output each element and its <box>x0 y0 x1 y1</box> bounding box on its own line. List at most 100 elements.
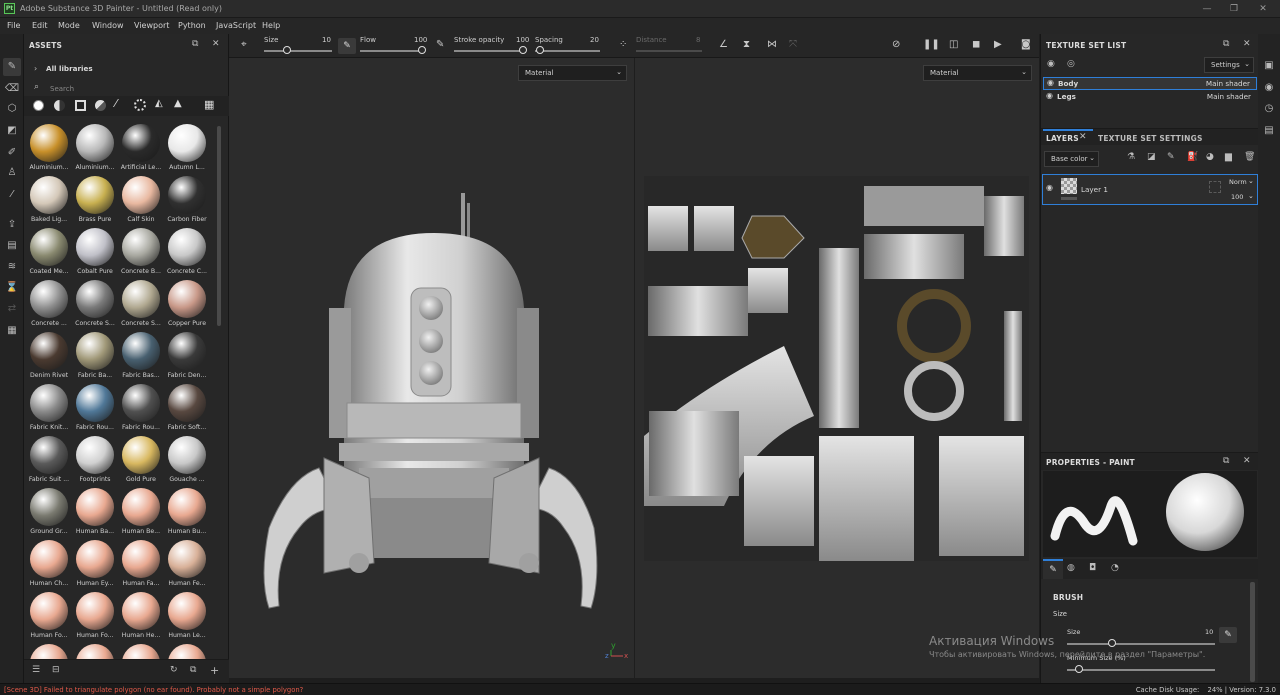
solo-eye-icon[interactable]: ◎ <box>1067 59 1075 69</box>
paint-brush-tool-icon[interactable]: ✎ <box>3 58 21 76</box>
spacing-slider-knob[interactable] <box>536 46 544 54</box>
layer-blend-mode[interactable]: Norm <box>1229 178 1247 186</box>
color-picker-tool-icon[interactable]: ⁄ <box>3 186 21 204</box>
size-slider[interactable] <box>264 50 332 52</box>
symmetry-axis-icon[interactable]: ⋈ <box>767 39 777 50</box>
add-folder-icon[interactable]: ▆ <box>1225 152 1232 162</box>
minimum-size-slider[interactable] <box>1067 669 1215 671</box>
channel-dropdown[interactable]: Base color ⌄ <box>1044 151 1099 167</box>
pause-icon[interactable]: ❚❚ <box>923 39 940 50</box>
undock-icon[interactable]: ⧉ <box>192 39 198 49</box>
menu-viewport[interactable]: Viewport <box>134 21 169 30</box>
layer-opacity[interactable]: 100 <box>1231 193 1243 201</box>
add-icon[interactable]: + <box>210 664 219 677</box>
material-thumbnail[interactable]: Human Le... <box>168 592 218 644</box>
pen-pressure-icon[interactable]: ✎ <box>1219 627 1237 643</box>
material-thumbnail[interactable] <box>30 644 80 659</box>
viewport-2d[interactable]: Material ⌄ <box>635 58 1039 678</box>
assets-scrollbar[interactable] <box>217 126 221 326</box>
expand-arrow-icon[interactable]: › <box>34 64 37 73</box>
eraser-tool-icon[interactable]: ⌫ <box>3 80 21 98</box>
brush-size-knob[interactable] <box>1108 639 1116 647</box>
menu-python[interactable]: Python <box>178 21 206 30</box>
menu-window[interactable]: Window <box>92 21 124 30</box>
eye-icon[interactable]: ◉ <box>1047 78 1054 87</box>
flow-slider-knob[interactable] <box>418 46 426 54</box>
filter-particles-icon[interactable] <box>134 99 146 111</box>
tab-brush-icon[interactable]: ✎ <box>1043 559 1063 579</box>
texture-set-row-legs[interactable]: ◉ Legs Main shader <box>1043 91 1257 104</box>
projection-tool-icon[interactable]: ⬡ <box>3 100 21 118</box>
log-panel-icon[interactable]: ▤ <box>1260 122 1278 140</box>
refresh-icon[interactable]: ↻ <box>170 665 178 675</box>
tab-alpha-icon[interactable]: ◍ <box>1067 563 1075 573</box>
filter-materials-icon[interactable] <box>33 100 44 111</box>
status-error-message[interactable]: [Scene 3D] Failed to triangulate polygon… <box>4 686 303 694</box>
viewport-2d-channel-select[interactable]: Material ⌄ <box>923 65 1032 81</box>
history-icon[interactable]: ◷ <box>1260 100 1278 118</box>
close-panel-icon[interactable]: ✕ <box>212 39 220 49</box>
material-thumbnail[interactable]: Autumn L... <box>168 124 218 176</box>
add-mask-icon[interactable]: ◪ <box>1147 152 1156 162</box>
close-window-button[interactable]: ✕ <box>1250 2 1276 16</box>
tab-stencil-icon[interactable]: ◘ <box>1089 563 1096 573</box>
hide-icon[interactable]: ⊘ <box>892 39 900 50</box>
polygon-fill-tool-icon[interactable]: ◩ <box>3 122 21 140</box>
lazy-mouse-icon[interactable]: ⁘ <box>619 39 627 50</box>
export-icon[interactable]: ⇪ <box>3 216 21 234</box>
filter-environments-icon[interactable]: ▲ <box>174 98 182 109</box>
shader-settings-icon[interactable]: ◉ <box>1260 79 1278 97</box>
minimum-size-knob[interactable] <box>1075 665 1083 673</box>
maximize-button[interactable]: ❐ <box>1221 2 1247 16</box>
add-smart-material-icon[interactable]: ◕ <box>1206 152 1214 162</box>
angle-icon[interactable]: ∠ <box>719 39 728 50</box>
symmetry-icon[interactable]: ⌖ <box>241 39 247 50</box>
undock-icon[interactable]: ⧉ <box>1223 456 1229 466</box>
properties-scrollbar[interactable] <box>1250 582 1255 682</box>
filter-list-icon[interactable]: ⊟ <box>52 665 60 675</box>
menu-javascript[interactable]: JavaScript <box>216 21 256 30</box>
add-fill-layer-icon[interactable]: ⛽ <box>1187 152 1198 162</box>
flow-pressure-icon[interactable]: ✎ <box>436 39 444 50</box>
visibility-eye-icon[interactable]: ◉ <box>1047 59 1055 69</box>
menu-help[interactable]: Help <box>262 21 280 30</box>
flow-slider[interactable] <box>360 50 424 52</box>
new-library-icon[interactable]: ⧉ <box>190 665 196 675</box>
mirror-icon[interactable]: ⧗ <box>743 39 750 50</box>
material-thumbnail[interactable] <box>76 644 126 659</box>
delete-layer-icon[interactable]: 🗑 <box>1244 152 1255 162</box>
search-input[interactable]: Search <box>50 85 74 93</box>
material-thumbnail[interactable]: Copper Pure <box>168 280 218 332</box>
stroke-opacity-knob[interactable] <box>519 46 527 54</box>
filter-textures-icon[interactable] <box>95 100 106 111</box>
eye-icon[interactable]: ◉ <box>1046 91 1053 100</box>
bake-icon[interactable]: ▤ <box>3 237 21 255</box>
filter-brushes-icon[interactable]: ⁄ <box>115 97 117 110</box>
viewport-3d[interactable]: Material ⌄ y x z <box>229 58 634 678</box>
close-tab-icon[interactable]: ✕ <box>1079 132 1087 142</box>
filter-masks-icon[interactable] <box>75 100 86 111</box>
material-thumbnail[interactable]: Gouache ... <box>168 436 218 488</box>
log-icon[interactable]: ▦ <box>3 322 21 340</box>
material-thumbnail[interactable]: Human Bu... <box>168 488 218 540</box>
tab-material-icon[interactable]: ◔ <box>1111 563 1119 573</box>
list-view-icon[interactable]: ☰ <box>32 665 40 675</box>
material-thumbnail[interactable]: Concrete C... <box>167 228 218 280</box>
menu-file[interactable]: File <box>7 21 20 30</box>
tab-texture-set-settings[interactable]: TEXTURE SET SETTINGS <box>1098 134 1203 143</box>
stroke-opacity-slider[interactable] <box>454 50 526 52</box>
settings-dropdown[interactable]: Settings ⌄ <box>1204 57 1254 73</box>
size-slider-knob[interactable] <box>283 46 291 54</box>
brush-size-slider[interactable] <box>1067 643 1215 645</box>
undock-icon[interactable]: ⧉ <box>1223 39 1229 49</box>
close-panel-icon[interactable]: ✕ <box>1243 456 1251 466</box>
add-paint-layer-icon[interactable]: ✎ <box>1167 152 1175 162</box>
cube-icon[interactable]: ◼ <box>972 39 980 50</box>
layer-row[interactable]: ◉ Layer 1 Norm ⌄ 100 ⌄ <box>1042 174 1258 205</box>
screenshot-camera-icon[interactable]: ◙ <box>1021 39 1031 50</box>
material-thumbnail[interactable]: Human Fe... <box>168 540 218 592</box>
grid-view-icon[interactable]: ▦ <box>204 98 214 111</box>
minimize-button[interactable]: — <box>1194 2 1220 16</box>
menu-edit[interactable]: Edit <box>32 21 48 30</box>
clone-tool-icon[interactable]: ♙ <box>3 164 21 182</box>
